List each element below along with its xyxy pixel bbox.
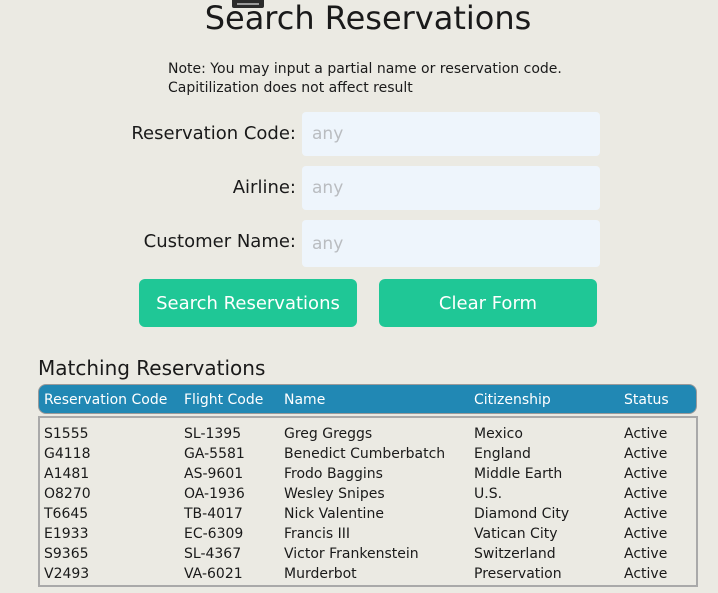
column-header-citizenship[interactable]: Citizenship xyxy=(474,385,551,415)
cell-status: Active xyxy=(624,566,668,582)
cell-reservation-code: A1481 xyxy=(44,466,90,482)
cell-citizenship: Vatican City xyxy=(474,526,558,542)
column-header-name[interactable]: Name xyxy=(284,385,325,415)
table-row[interactable]: E1933 EC-6309 Francis III Vatican City A… xyxy=(40,524,696,544)
airline-label: Airline: xyxy=(232,177,296,198)
page-title: Search Reservations xyxy=(204,0,532,37)
cell-status: Active xyxy=(624,526,668,542)
cell-reservation-code: T6645 xyxy=(44,506,89,522)
cell-flight-code: TB-4017 xyxy=(184,506,243,522)
cell-flight-code: SL-1395 xyxy=(184,426,242,442)
cell-reservation-code: G4118 xyxy=(44,446,91,462)
airline-input[interactable] xyxy=(302,166,600,210)
search-note-line-1: Note: You may input a partial name or re… xyxy=(168,61,562,77)
table-row[interactable]: A1481 AS-9601 Frodo Baggins Middle Earth… xyxy=(40,464,696,484)
cell-status: Active xyxy=(624,466,668,482)
cell-citizenship: Switzerland xyxy=(474,546,556,562)
cell-status: Active xyxy=(624,506,668,522)
search-note-line-2: Capitilization does not affect result xyxy=(168,80,413,96)
cell-citizenship: England xyxy=(474,446,531,462)
customer-name-input[interactable] xyxy=(302,220,600,267)
cell-reservation-code: V2493 xyxy=(44,566,90,582)
cell-name: Francis III xyxy=(284,526,350,542)
cell-reservation-code: E1933 xyxy=(44,526,89,542)
cell-flight-code: GA-5581 xyxy=(184,446,245,462)
cell-status: Active xyxy=(624,426,668,442)
cell-name: Murderbot xyxy=(284,566,357,582)
cell-flight-code: EC-6309 xyxy=(184,526,244,542)
cell-citizenship: Middle Earth xyxy=(474,466,563,482)
column-header-flight-code[interactable]: Flight Code xyxy=(184,385,263,415)
table-row[interactable]: G4118 GA-5581 Benedict Cumberbatch Engla… xyxy=(40,444,696,464)
table-row[interactable]: S9365 SL-4367 Victor Frankenstein Switze… xyxy=(40,544,696,564)
cell-name: Benedict Cumberbatch xyxy=(284,446,446,462)
table-row[interactable]: T6645 TB-4017 Nick Valentine Diamond Cit… xyxy=(40,504,696,524)
customer-name-row: Customer Name: xyxy=(0,220,600,268)
cell-name: Victor Frankenstein xyxy=(284,546,419,562)
cell-citizenship: Diamond City xyxy=(474,506,570,522)
cell-name: Nick Valentine xyxy=(284,506,384,522)
cell-flight-code: VA-6021 xyxy=(184,566,243,582)
cell-status: Active xyxy=(624,546,668,562)
reservation-code-label: Reservation Code: xyxy=(131,123,296,144)
results-table-header: Reservation Code Flight Code Name Citize… xyxy=(38,384,697,414)
cell-flight-code: SL-4367 xyxy=(184,546,242,562)
cell-status: Active xyxy=(624,486,668,502)
reservation-code-row: Reservation Code: xyxy=(0,112,600,160)
cell-reservation-code: S1555 xyxy=(44,426,89,442)
cell-name: Wesley Snipes xyxy=(284,486,385,502)
airline-row: Airline: xyxy=(0,166,600,214)
search-note: Note: You may input a partial name or re… xyxy=(168,60,562,98)
cell-citizenship: U.S. xyxy=(474,486,503,502)
cell-flight-code: OA-1936 xyxy=(184,486,245,502)
cell-citizenship: Preservation xyxy=(474,566,562,582)
table-row[interactable]: O8270 OA-1936 Wesley Snipes U.S. Active xyxy=(40,484,696,504)
reservation-code-input[interactable] xyxy=(302,112,600,156)
cell-name: Frodo Baggins xyxy=(284,466,383,482)
cell-status: Active xyxy=(624,446,668,462)
column-header-status[interactable]: Status xyxy=(624,385,669,415)
results-title: Matching Reservations xyxy=(38,356,266,380)
cell-reservation-code: O8270 xyxy=(44,486,91,502)
cell-reservation-code: S9365 xyxy=(44,546,89,562)
search-reservations-button[interactable]: Search Reservations xyxy=(139,279,357,327)
cell-name: Greg Greggs xyxy=(284,426,373,442)
column-header-reservation-code[interactable]: Reservation Code xyxy=(44,385,167,415)
cell-citizenship: Mexico xyxy=(474,426,523,442)
cell-flight-code: AS-9601 xyxy=(184,466,244,482)
results-table-body: S1555 SL-1395 Greg Greggs Mexico Active … xyxy=(38,416,698,587)
customer-name-label: Customer Name: xyxy=(143,231,296,252)
table-row[interactable]: S1555 SL-1395 Greg Greggs Mexico Active xyxy=(40,424,696,444)
table-row[interactable]: V2493 VA-6021 Murderbot Preservation Act… xyxy=(40,564,696,584)
clear-form-button[interactable]: Clear Form xyxy=(379,279,597,327)
